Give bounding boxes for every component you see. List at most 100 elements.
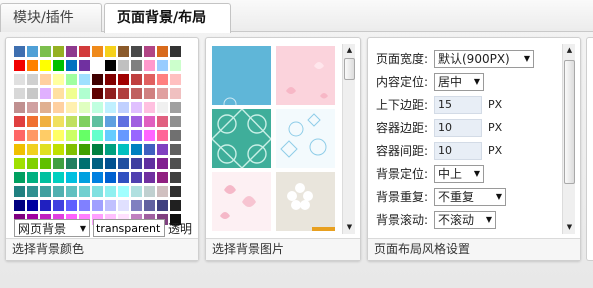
color-swatch[interactable]	[170, 158, 181, 169]
color-swatch[interactable]	[105, 200, 116, 211]
scroll-thumb[interactable]	[344, 58, 355, 80]
color-swatch[interactable]	[14, 46, 25, 57]
color-swatch[interactable]	[131, 60, 142, 71]
color-swatch[interactable]	[14, 116, 25, 127]
color-swatch[interactable]	[27, 158, 38, 169]
color-swatch[interactable]	[14, 172, 25, 183]
color-swatch[interactable]	[14, 186, 25, 197]
color-swatch[interactable]	[92, 46, 103, 57]
color-swatch[interactable]	[170, 74, 181, 85]
tab-page-background-layout[interactable]: 页面背景/布局	[104, 3, 231, 33]
image-list-scrollbar[interactable]: ▲ ▼	[342, 44, 355, 234]
color-swatch[interactable]	[79, 46, 90, 57]
color-swatch[interactable]	[170, 46, 181, 57]
color-swatch[interactable]	[170, 60, 181, 71]
color-swatch[interactable]	[118, 130, 129, 141]
color-swatch[interactable]	[92, 88, 103, 99]
color-swatch[interactable]	[79, 200, 90, 211]
color-swatch[interactable]	[105, 116, 116, 127]
color-swatch[interactable]	[105, 46, 116, 57]
color-swatch[interactable]	[14, 144, 25, 155]
container-margin-input[interactable]: 10	[434, 118, 482, 137]
color-swatch[interactable]	[105, 186, 116, 197]
color-swatch[interactable]	[105, 60, 116, 71]
color-swatch[interactable]	[79, 60, 90, 71]
color-swatch[interactable]	[92, 130, 103, 141]
color-swatch[interactable]	[157, 60, 168, 71]
bg-repeat-select[interactable]: 不重复 ▼	[434, 187, 506, 206]
color-swatch[interactable]	[79, 116, 90, 127]
color-swatch[interactable]	[144, 130, 155, 141]
scroll-up-icon[interactable]: ▲	[563, 44, 576, 57]
color-swatch[interactable]	[131, 102, 142, 113]
color-swatch[interactable]	[53, 116, 64, 127]
color-swatch[interactable]	[131, 158, 142, 169]
color-swatch[interactable]	[27, 130, 38, 141]
color-swatch[interactable]	[53, 200, 64, 211]
color-swatch[interactable]	[157, 144, 168, 155]
scroll-up-icon[interactable]: ▲	[343, 44, 356, 57]
color-swatch[interactable]	[118, 46, 129, 57]
color-swatch[interactable]	[118, 158, 129, 169]
color-swatch[interactable]	[170, 116, 181, 127]
color-swatch[interactable]	[14, 74, 25, 85]
color-swatch[interactable]	[66, 102, 77, 113]
color-swatch[interactable]	[79, 74, 90, 85]
color-swatch[interactable]	[27, 172, 38, 183]
color-swatch[interactable]	[66, 88, 77, 99]
color-swatch[interactable]	[157, 130, 168, 141]
color-swatch[interactable]	[66, 186, 77, 197]
color-swatch[interactable]	[66, 158, 77, 169]
color-swatch[interactable]	[92, 102, 103, 113]
color-swatch[interactable]	[118, 74, 129, 85]
color-swatch[interactable]	[92, 172, 103, 183]
color-swatch[interactable]	[27, 88, 38, 99]
color-swatch[interactable]	[27, 60, 38, 71]
color-swatch[interactable]	[14, 88, 25, 99]
color-swatch[interactable]	[157, 116, 168, 127]
color-swatch[interactable]	[92, 74, 103, 85]
color-swatch[interactable]	[131, 46, 142, 57]
color-swatch[interactable]	[79, 88, 90, 99]
color-swatch[interactable]	[66, 74, 77, 85]
bg-thumbnail-pink-hearts-big[interactable]	[212, 172, 271, 231]
container-gap-input[interactable]: 10	[434, 141, 482, 160]
color-swatch[interactable]	[79, 172, 90, 183]
color-swatch[interactable]	[66, 60, 77, 71]
color-swatch[interactable]	[105, 158, 116, 169]
color-swatch[interactable]	[92, 158, 103, 169]
color-swatch[interactable]	[14, 60, 25, 71]
color-swatch[interactable]	[40, 158, 51, 169]
page-width-select[interactable]: 默认(900PX) ▼	[434, 49, 534, 68]
color-swatch[interactable]	[27, 46, 38, 57]
color-swatch[interactable]	[157, 102, 168, 113]
color-swatch[interactable]	[53, 172, 64, 183]
color-swatch[interactable]	[131, 130, 142, 141]
color-swatch[interactable]	[144, 116, 155, 127]
color-swatch[interactable]	[92, 200, 103, 211]
color-swatch[interactable]	[131, 88, 142, 99]
color-swatch[interactable]	[40, 172, 51, 183]
color-swatch[interactable]	[53, 186, 64, 197]
color-swatch[interactable]	[40, 116, 51, 127]
color-swatch[interactable]	[170, 172, 181, 183]
color-swatch[interactable]	[105, 172, 116, 183]
color-swatch[interactable]	[170, 88, 181, 99]
color-swatch[interactable]	[53, 46, 64, 57]
color-value-input[interactable]	[93, 219, 165, 237]
color-swatch[interactable]	[144, 200, 155, 211]
color-swatch[interactable]	[79, 186, 90, 197]
transparent-label[interactable]: 透明	[168, 220, 192, 237]
color-swatch[interactable]	[40, 46, 51, 57]
color-swatch[interactable]	[118, 186, 129, 197]
color-swatch[interactable]	[105, 144, 116, 155]
color-swatch[interactable]	[53, 102, 64, 113]
bg-position-select[interactable]: 中上 ▼	[434, 164, 484, 183]
bg-thumbnail-blue-solid[interactable]	[212, 46, 271, 111]
color-swatch[interactable]	[105, 88, 116, 99]
color-swatch[interactable]	[92, 116, 103, 127]
color-swatch[interactable]	[157, 74, 168, 85]
color-swatch[interactable]	[105, 102, 116, 113]
color-swatch[interactable]	[144, 88, 155, 99]
color-swatch[interactable]	[27, 144, 38, 155]
